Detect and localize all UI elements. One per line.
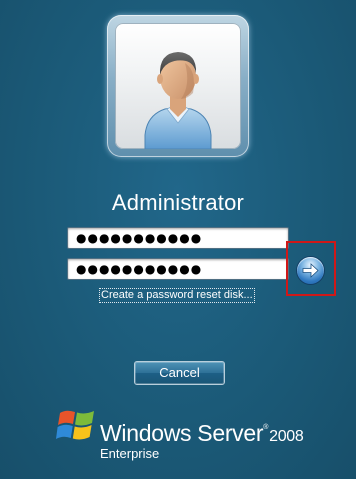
highlight-box — [286, 241, 336, 296]
brand-edition: Enterprise — [100, 446, 160, 461]
avatar — [115, 23, 241, 149]
brand-version: 2008 — [269, 428, 304, 445]
brand-name: Windows Server®2008 — [100, 420, 304, 447]
logon-screen: Administrator ●●●●●●●●●●● ●●●●●●●●●●● Cr… — [0, 0, 356, 479]
reset-password-link[interactable]: Create a password reset disk... — [99, 288, 255, 303]
branding: Windows Server®2008 Enterprise — [56, 406, 316, 466]
brand-label: Windows Server — [100, 420, 264, 446]
cancel-button[interactable]: Cancel — [134, 361, 225, 385]
username-password-field[interactable]: ●●●●●●●●●●● — [67, 227, 289, 249]
password-field[interactable]: ●●●●●●●●●●● — [67, 258, 289, 280]
registered-mark: ® — [263, 424, 269, 431]
user-tile — [107, 15, 249, 157]
username-label: Administrator — [111, 190, 245, 215]
windows-flag-icon — [56, 408, 98, 449]
